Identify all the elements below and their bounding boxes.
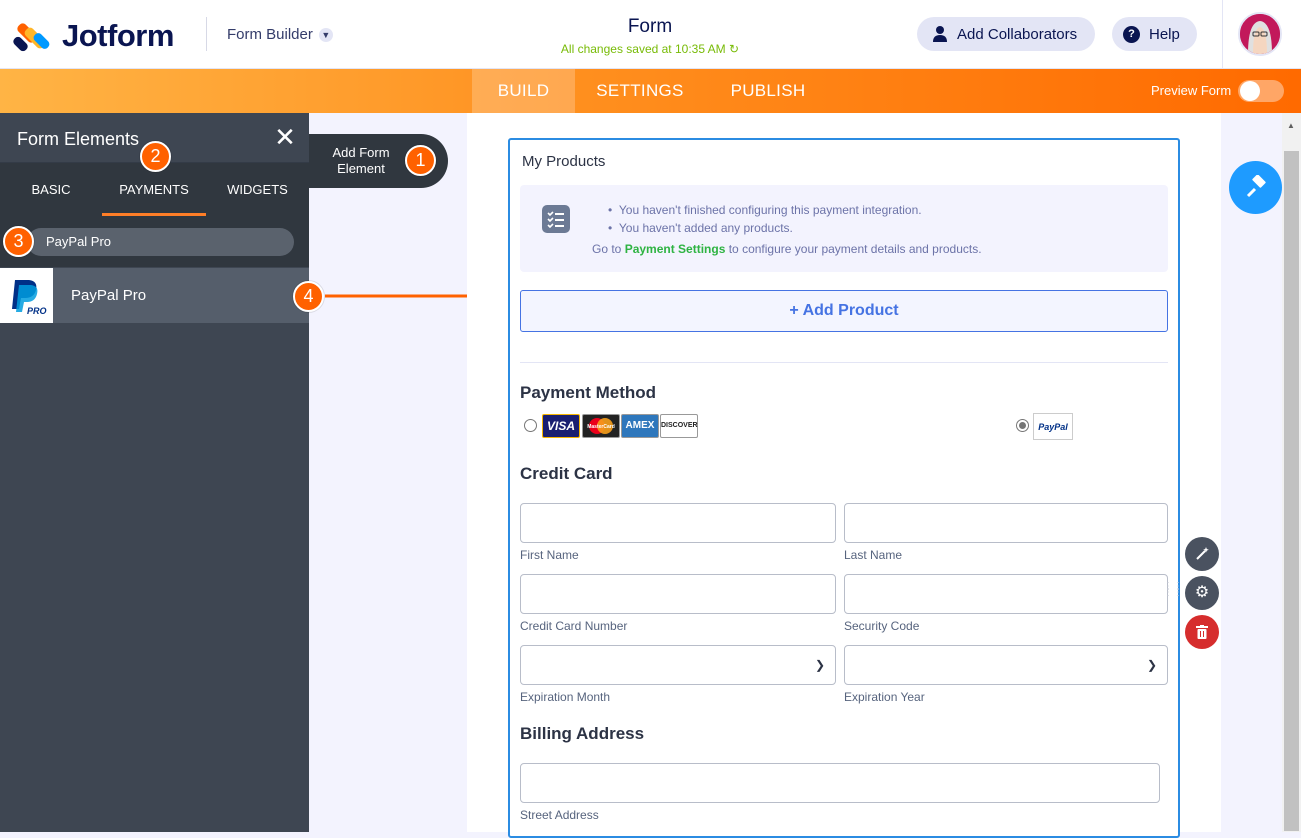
close-icon[interactable]: ✕: [273, 124, 297, 150]
first-name-label: First Name: [520, 548, 579, 562]
notice-item: • You haven't finished configuring this …: [608, 203, 922, 217]
expiration-month-label: Expiration Month: [520, 690, 611, 704]
help-label: Help: [1149, 25, 1180, 43]
paint-roller-icon: [1246, 174, 1266, 198]
refresh-icon: ↻: [729, 42, 740, 56]
header-divider-right: [1222, 0, 1223, 69]
last-name-input[interactable]: [844, 503, 1168, 543]
security-code-input[interactable]: [844, 574, 1168, 614]
brand-name: Jotform: [62, 18, 174, 53]
notice-item: • You haven't added any products.: [608, 221, 793, 235]
credit-card-radio[interactable]: [524, 419, 537, 432]
save-status-text: All changes saved at 10:35 AM: [560, 42, 726, 56]
discover-icon: DISCOVER: [660, 414, 698, 438]
expiration-year-select[interactable]: ❯: [844, 645, 1168, 685]
tab-build[interactable]: BUILD: [472, 69, 575, 113]
search-row: PayPal Pro: [0, 216, 309, 267]
security-code-label: Security Code: [844, 619, 920, 633]
expiration-year-label: Expiration Year: [844, 690, 925, 704]
scrollbar[interactable]: ▲: [1282, 113, 1301, 832]
add-collaborators-label: Add Collaborators: [957, 25, 1078, 43]
credit-card-heading: Credit Card: [520, 464, 613, 483]
search-input[interactable]: PayPal Pro: [27, 228, 294, 256]
toggle-knob: [1240, 81, 1260, 101]
scrollbar-thumb[interactable]: [1284, 151, 1299, 831]
step-badge-3: 3: [3, 226, 34, 257]
add-product-button[interactable]: + Add Product: [520, 290, 1168, 332]
drag-handle-icon[interactable]: ⋮⋮⋮⋮: [1163, 582, 1183, 604]
preview-form-toggle[interactable]: [1238, 80, 1284, 102]
panel-title: Form Elements: [17, 129, 140, 149]
jotform-logo-icon: [11, 20, 52, 53]
mastercard-icon: MasterCard: [582, 414, 620, 438]
my-products-label: My Products: [522, 153, 606, 170]
list-item-paypal-pro[interactable]: PRO PayPal Pro: [0, 268, 309, 323]
tab-settings[interactable]: SETTINGS: [585, 69, 695, 113]
scroll-up-icon[interactable]: ▲: [1287, 121, 1295, 130]
billing-address-heading: Billing Address: [520, 724, 645, 743]
chevron-down-icon: ❯: [814, 658, 825, 672]
form-title[interactable]: Form: [550, 16, 750, 38]
form-designer-button[interactable]: [1229, 161, 1282, 214]
avatar-image: [1240, 14, 1280, 54]
expiration-month-select[interactable]: ❯: [520, 645, 836, 685]
notice-item-text: You haven't finished configuring this pa…: [618, 203, 922, 217]
user-icon: [933, 26, 947, 42]
gear-icon[interactable]: ⚙: [1185, 576, 1219, 610]
avatar[interactable]: [1238, 12, 1282, 56]
tab-publish[interactable]: PUBLISH: [718, 69, 818, 113]
step-badge-1: 1: [405, 145, 436, 176]
header-divider: [206, 17, 207, 51]
tab-widgets[interactable]: WIDGETS: [206, 163, 309, 216]
payment-config-notice: • You haven't finished configuring this …: [520, 185, 1168, 272]
form-elements-panel: Form Elements ✕ BASIC PAYMENTS WIDGETS P…: [0, 113, 309, 832]
street-address-input[interactable]: [520, 763, 1160, 803]
street-address-label: Street Address: [520, 808, 599, 822]
paypal-logo-icon: PayPal: [1033, 413, 1073, 440]
svg-text:PRO: PRO: [27, 306, 47, 316]
payment-settings-link[interactable]: Payment Settings: [625, 242, 726, 256]
amex-icon: AMEX: [621, 414, 659, 438]
paypal-radio[interactable]: [1016, 419, 1029, 432]
trash-icon[interactable]: [1185, 615, 1219, 649]
top-bar: Jotform Form Builder ▼ Form All changes …: [0, 0, 1301, 69]
list-item-label: PayPal Pro: [71, 287, 147, 304]
preview-form-label: Preview Form: [1151, 83, 1232, 98]
payment-method-heading: Payment Method: [520, 383, 657, 402]
divider: [520, 362, 1168, 363]
form-builder-dropdown[interactable]: Form Builder ▼: [227, 26, 333, 43]
first-name-input[interactable]: [520, 503, 836, 543]
mastercard-text: MasterCard: [587, 424, 615, 430]
add-collaborators-button[interactable]: Add Collaborators: [917, 17, 1095, 51]
help-button[interactable]: ? Help: [1112, 17, 1197, 51]
chevron-down-icon: ▼: [318, 27, 333, 42]
credit-card-number-input[interactable]: [520, 574, 836, 614]
chevron-down-icon: ❯: [1146, 658, 1157, 672]
notice-item-text: You haven't added any products.: [618, 221, 793, 235]
checklist-icon: [542, 205, 570, 233]
jotform-logo[interactable]: Jotform: [11, 18, 174, 54]
notice-instruction: Go to Payment Settings to configure your…: [592, 242, 982, 256]
visa-icon: VISA: [542, 414, 580, 438]
step-badge-2: 2: [140, 141, 171, 172]
step-badge-4: 4: [293, 281, 324, 312]
save-status: All changes saved at 10:35 AM ↻: [500, 42, 800, 56]
last-name-label: Last Name: [844, 548, 903, 562]
tab-basic[interactable]: BASIC: [0, 163, 102, 216]
form-builder-label: Form Builder: [227, 26, 313, 43]
notice-suffix: to configure your payment details and pr…: [725, 242, 982, 256]
paypal-pro-icon: PRO: [0, 268, 53, 323]
add-form-element-label: Add Form Element: [332, 145, 390, 176]
help-icon: ?: [1123, 25, 1140, 43]
notice-prefix: Go to: [592, 242, 625, 256]
magic-wand-icon[interactable]: [1185, 537, 1219, 571]
credit-card-number-label: Credit Card Number: [520, 619, 628, 633]
